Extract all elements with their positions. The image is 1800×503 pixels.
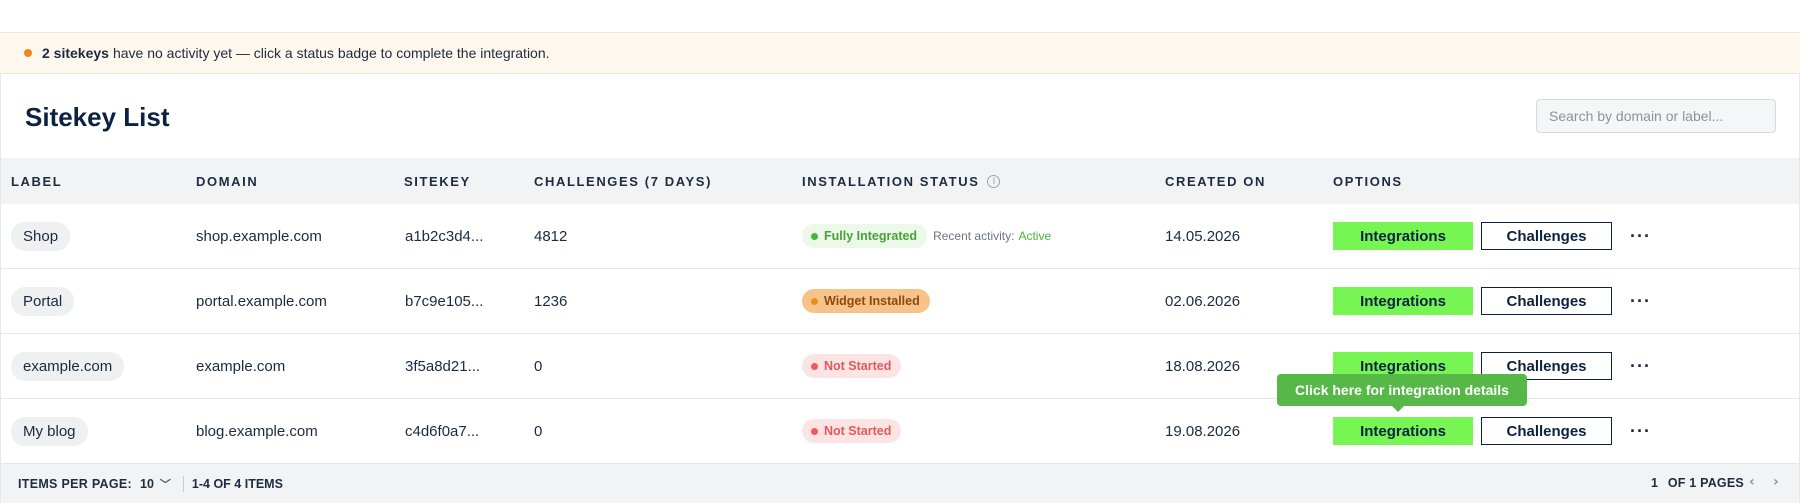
- status-dot-icon: [811, 297, 818, 305]
- status-dot-icon: [811, 362, 818, 370]
- challenges-cell: 0: [534, 357, 543, 375]
- status-badge[interactable]: Fully Integrated: [802, 224, 928, 248]
- status-badge[interactable]: Not Started: [802, 354, 902, 378]
- column-created-on[interactable]: CREATED ON: [1165, 174, 1266, 189]
- sitekey-cell[interactable]: 3f5a8d21...: [405, 334, 480, 398]
- label-chip[interactable]: My blog: [11, 416, 88, 446]
- created-cell: 19.08.2026: [1165, 422, 1241, 440]
- table-row: Shop shop.example.com a1b2c3d4... 4812 F…: [1, 204, 1799, 269]
- notice-message: have no activity yet — click a status ba…: [112, 45, 550, 61]
- label-chip[interactable]: Portal: [11, 286, 75, 316]
- status-badge[interactable]: Widget Installed: [802, 289, 930, 313]
- column-label[interactable]: LABEL: [11, 174, 62, 189]
- challenges-button[interactable]: Challenges: [1481, 287, 1612, 315]
- column-options: OPTIONS: [1333, 174, 1403, 189]
- label-chip[interactable]: example.com: [11, 351, 125, 381]
- created-cell: 18.08.2026: [1165, 357, 1241, 375]
- chevron-left-icon[interactable]: ‹: [1749, 474, 1755, 490]
- integrations-button[interactable]: Integrations: [1333, 287, 1473, 315]
- domain-cell: blog.example.com: [196, 422, 318, 440]
- challenges-cell: 4812: [534, 227, 568, 245]
- info-icon[interactable]: i: [987, 175, 1001, 188]
- table-row: My blog blog.example.com c4d6f0a7... 0 N…: [1, 399, 1799, 464]
- column-sitekey[interactable]: SITEKEY: [404, 174, 471, 189]
- integration-tooltip: Click here for integration details: [1277, 374, 1527, 412]
- challenges-button[interactable]: Challenges: [1481, 222, 1612, 250]
- chevron-down-icon: ﹀: [159, 477, 171, 491]
- status-dot-icon: [811, 427, 818, 435]
- notice-count: 2 sitekeys: [42, 45, 109, 61]
- domain-cell: example.com: [196, 357, 286, 375]
- status-badge[interactable]: Not Started: [802, 419, 902, 443]
- table-header: LABEL DOMAIN SITEKEY CHALLENGES (7 DAYS)…: [1, 158, 1799, 204]
- column-installation-status[interactable]: INSTALLATION STATUS i: [802, 174, 1001, 189]
- warning-dot-icon: [24, 49, 32, 57]
- integrations-button[interactable]: Integrations: [1333, 222, 1473, 250]
- page-indicator: 1 OF 1 PAGES: [1651, 476, 1744, 490]
- domain-cell: portal.example.com: [196, 292, 327, 310]
- column-domain[interactable]: DOMAIN: [196, 174, 258, 189]
- recent-activity: Recent activity: Active: [933, 229, 1052, 243]
- sitekey-panel: Sitekey List LABEL DOMAIN SITEKEY CHALLE…: [0, 74, 1800, 503]
- activity-notice: 2 sitekeys have no activity yet — click …: [0, 32, 1800, 74]
- top-spacer: [0, 0, 1800, 32]
- more-options-icon[interactable]: ···: [1626, 422, 1655, 440]
- items-range: 1-4 OF 4 ITEMS: [191, 476, 283, 491]
- status-dot-icon: [811, 232, 818, 240]
- items-per-page-label: ITEMS PER PAGE:: [18, 476, 133, 491]
- challenges-cell: 0: [534, 422, 543, 440]
- integrations-button[interactable]: Integrations: [1333, 417, 1473, 445]
- divider: [182, 475, 184, 492]
- current-page[interactable]: 1: [1651, 476, 1658, 490]
- column-challenges[interactable]: CHALLENGES (7 DAYS): [534, 174, 712, 189]
- label-chip[interactable]: Shop: [11, 221, 71, 251]
- table-row: Portal portal.example.com b7c9e105... 12…: [1, 269, 1799, 334]
- items-per-page-select[interactable]: 10 ﹀: [140, 476, 171, 492]
- challenges-cell: 1236: [534, 292, 568, 310]
- sitekey-cell[interactable]: b7c9e105...: [405, 269, 483, 333]
- search-input[interactable]: [1536, 99, 1776, 133]
- domain-cell: shop.example.com: [196, 227, 322, 245]
- more-options-icon[interactable]: ···: [1626, 357, 1655, 375]
- created-cell: 14.05.2026: [1165, 227, 1241, 245]
- sitekey-cell[interactable]: a1b2c3d4...: [405, 204, 483, 268]
- challenges-button[interactable]: Challenges: [1481, 417, 1612, 445]
- page-title: Sitekey List: [25, 102, 170, 132]
- table-row: example.com example.com 3f5a8d21... 0 No…: [1, 334, 1799, 399]
- more-options-icon[interactable]: ···: [1626, 292, 1655, 310]
- pagination-bar: ITEMS PER PAGE: 10 ﹀ 1-4 OF 4 ITEMS 1 OF…: [1, 464, 1799, 503]
- chevron-right-icon[interactable]: ›: [1773, 474, 1779, 490]
- tooltip-arrow: [1392, 406, 1404, 412]
- more-options-icon[interactable]: ···: [1626, 227, 1655, 245]
- sitekey-cell[interactable]: c4d6f0a7...: [405, 399, 479, 463]
- created-cell: 02.06.2026: [1165, 292, 1241, 310]
